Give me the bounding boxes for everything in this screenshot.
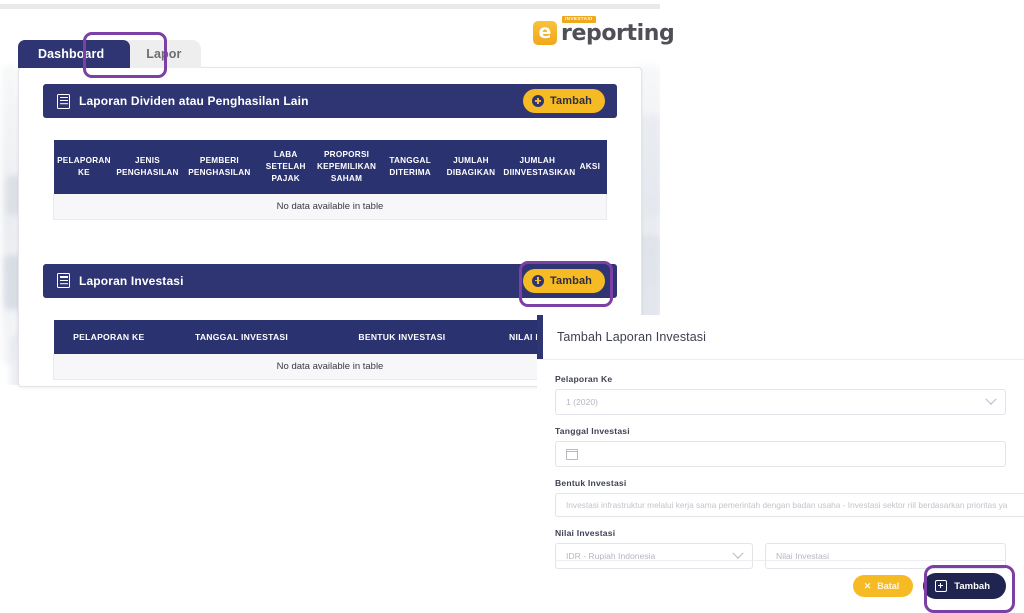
table-laporan-dividen: PELAPORAN KE JENIS PENGHASILAN PEMBERI P… <box>53 140 607 220</box>
table-empty-message: No data available in table <box>53 193 607 220</box>
panel-dividen-header: Laporan Dividen atau Penghasilan Lain Ta… <box>43 84 617 118</box>
col-jumlah-diinvestasikan: JUMLAH DIINVESTASIKAN <box>501 140 575 194</box>
col-pelaporan-ke: PELAPORAN KE <box>53 140 115 194</box>
col-jenis-penghasilan: JENIS PENGHASILAN <box>114 140 181 194</box>
field-tanggal-investasi: Tanggal Investasi <box>555 426 1006 467</box>
col-aksi: AKSI <box>573 140 607 194</box>
col-pelaporan-ke: PELAPORAN KE <box>53 319 165 355</box>
pelaporan-ke-select[interactable]: 1 (2020) <box>555 389 1006 415</box>
panel-laporan-investasi: Laporan Investasi Tambah PELAPORAN KE TA… <box>43 260 617 381</box>
tanggal-investasi-label: Tanggal Investasi <box>555 426 630 436</box>
panel-investasi-title: Laporan Investasi <box>79 273 184 288</box>
plus-circle-icon <box>532 274 545 287</box>
cancel-button-label: Batal <box>877 581 900 591</box>
pelaporan-ke-value: 1 (2020) <box>566 397 599 407</box>
field-pelaporan-ke: Pelaporan Ke 1 (2020) <box>555 374 1006 415</box>
close-icon: ✕ <box>863 580 872 591</box>
cancel-button[interactable]: ✕ Batal <box>852 575 914 597</box>
add-dividen-button[interactable]: Tambah <box>523 89 605 113</box>
side-accent-bar <box>537 315 543 359</box>
panel-laporan-dividen: Laporan Dividen atau Penghasilan Lain Ta… <box>43 84 617 220</box>
add-investasi-button[interactable]: Tambah <box>523 268 605 293</box>
tanggal-investasi-input[interactable] <box>555 441 1006 467</box>
tab-lapor-label: Lapor <box>146 47 182 61</box>
tab-dashboard[interactable]: Dashboard <box>18 40 131 68</box>
bentuk-investasi-value: Investasi infrastruktur melalui kerja sa… <box>566 500 1008 510</box>
chevron-down-icon <box>985 393 997 405</box>
tab-bar: Dashboard Lapor <box>18 40 202 68</box>
tab-lapor[interactable]: Lapor <box>120 40 202 68</box>
plus-circle-icon <box>532 95 545 107</box>
side-form-title: Tambah Laporan Investasi <box>557 330 707 344</box>
document-icon <box>57 93 70 109</box>
table-header-row: PELAPORAN KE TANGGAL INVESTASI BENTUK IN… <box>53 319 607 355</box>
panel-investasi-header: Laporan Investasi Tambah <box>43 260 617 307</box>
calendar-icon <box>565 448 579 460</box>
submit-button[interactable]: Tambah <box>923 573 1006 599</box>
table-laporan-investasi: PELAPORAN KE TANGGAL INVESTASI BENTUK IN… <box>53 319 607 381</box>
col-pemberi-penghasilan: PEMBERI PENGHASILAN <box>180 140 259 194</box>
table-header-row: PELAPORAN KE JENIS PENGHASILAN PEMBERI P… <box>53 140 607 194</box>
bentuk-investasi-label: Bentuk Investasi <box>555 478 627 488</box>
chevron-down-icon <box>732 547 744 559</box>
col-tanggal-investasi: TANGGAL INVESTASI <box>164 319 319 355</box>
bentuk-investasi-input[interactable]: Investasi infrastruktur melalui kerja sa… <box>555 493 1024 517</box>
pelaporan-ke-label: Pelaporan Ke <box>555 374 613 384</box>
nilai-investasi-label: Nilai Investasi <box>555 528 616 538</box>
col-laba-setelah-pajak: LABA SETELAH PAJAK <box>258 140 314 194</box>
table-empty-row: No data available in table <box>53 354 607 381</box>
col-jumlah-dibagikan: JUMLAH DIBAGIKAN <box>440 140 502 194</box>
add-investasi-button-label: Tambah <box>550 274 592 287</box>
table-empty-message: No data available in table <box>53 354 607 381</box>
side-form-panel: Tambah Laporan Investasi Pelaporan Ke 1 … <box>537 315 1024 613</box>
side-form-footer: ✕ Batal Tambah <box>555 560 1015 613</box>
add-square-icon <box>935 580 948 592</box>
col-tanggal-diterima: TANGGAL DITERIMA <box>379 140 441 194</box>
side-form-header: Tambah Laporan Investasi <box>537 315 1024 360</box>
field-bentuk-investasi: Bentuk Investasi Investasi infrastruktur… <box>555 478 1024 517</box>
tab-dashboard-label: Dashboard <box>38 47 105 61</box>
add-dividen-button-label: Tambah <box>550 95 592 107</box>
document-icon <box>57 273 70 289</box>
submit-button-label: Tambah <box>954 580 990 592</box>
col-proporsi-kepemilikan-saham: PROPORSI KEPEMILIKAN SAHAM <box>313 140 380 194</box>
panel-dividen-title: Laporan Dividen atau Penghasilan Lain <box>79 94 309 108</box>
col-bentuk-investasi: BENTUK INVESTASI <box>318 319 485 355</box>
investasi-form: Pelaporan Ke 1 (2020) Tanggal Investasi … <box>537 360 1024 569</box>
table-empty-row: No data available in table <box>53 193 607 220</box>
